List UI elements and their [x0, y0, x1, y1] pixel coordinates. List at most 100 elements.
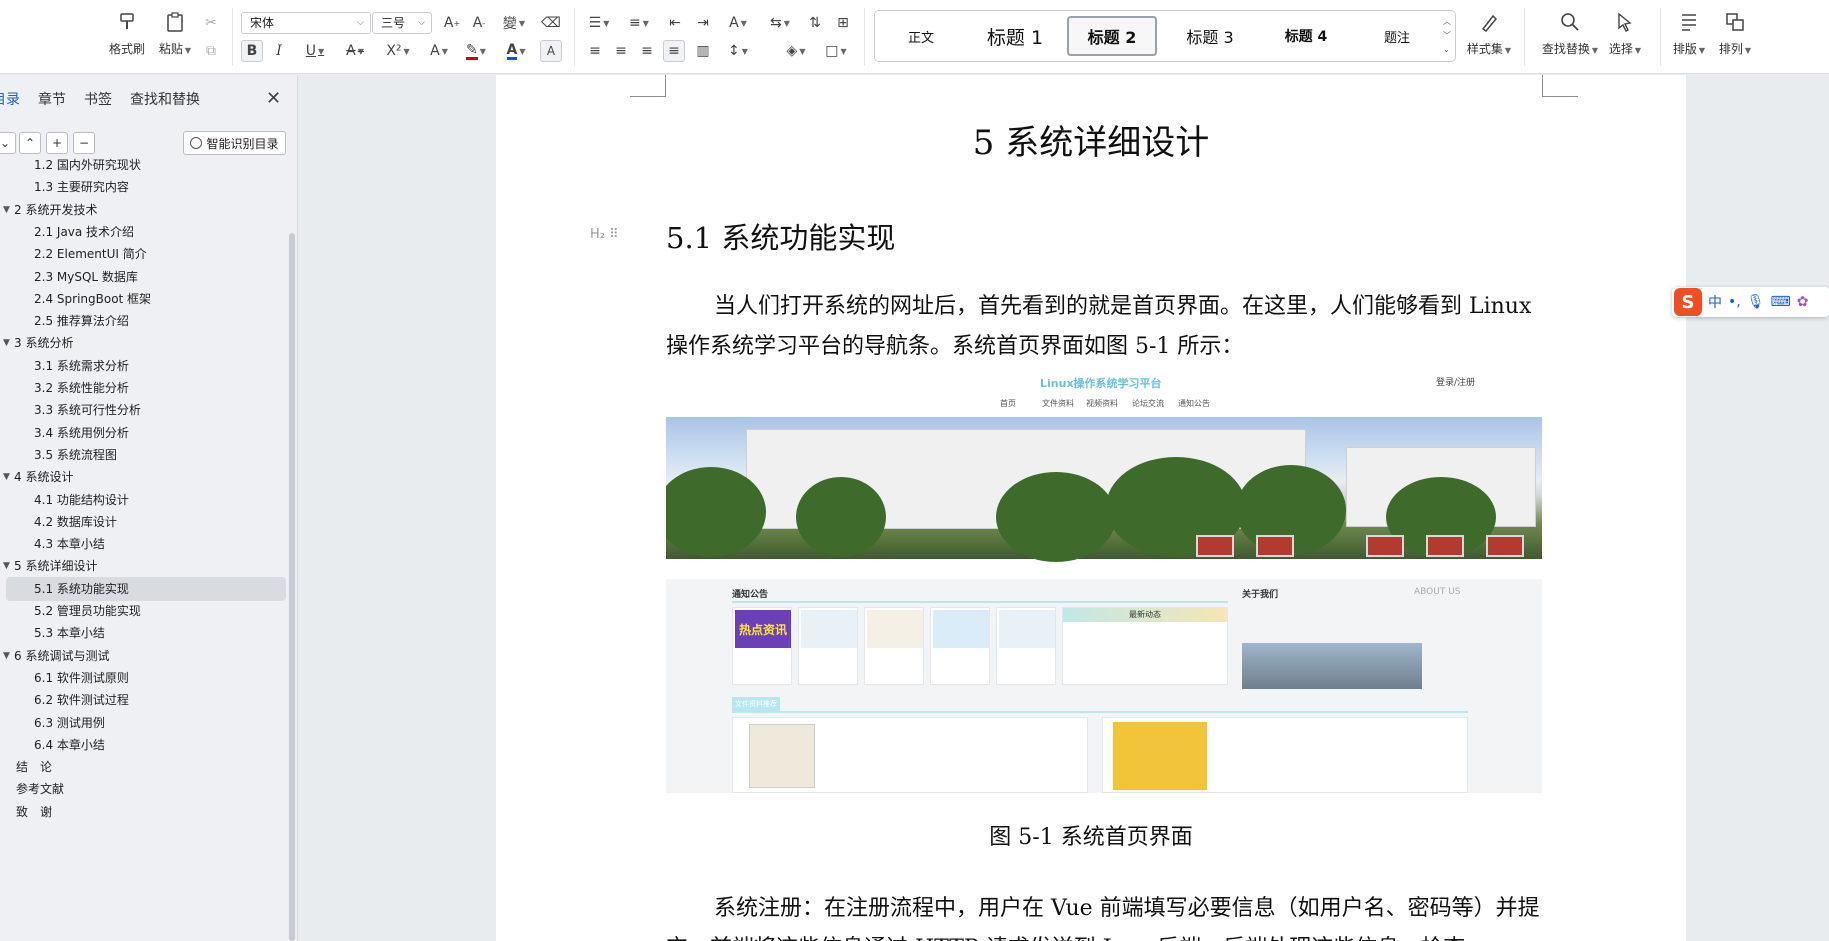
microphone-icon[interactable]: 🎙	[1747, 294, 1765, 310]
style-heading-1[interactable]: 标题 1	[965, 16, 1065, 56]
body-paragraph[interactable]: 当人们打开系统的网址后，首先看到的就是首页界面。在这里，人们能够看到 Linux…	[666, 287, 1542, 367]
document-page[interactable]: 5 系统详细设计 H₂ ⠿ 5.1 系统功能实现 当人们打开系统的网址后，首先看…	[496, 75, 1686, 941]
toc-item[interactable]: 2.4 SpringBoot 框架	[0, 287, 286, 311]
toc-item[interactable]: 2.1 Java 技术介绍	[0, 220, 286, 244]
toc-item[interactable]: ▼ 6 系统调试与测试	[0, 644, 286, 668]
align-center-icon[interactable]: ≡	[610, 40, 632, 62]
font-name-select[interactable]: 宋体 ⌵	[241, 12, 371, 34]
align-justify-icon[interactable]: ≡	[663, 40, 685, 62]
copy-icon[interactable]: ⧉	[200, 40, 222, 62]
expand-arrow-icon[interactable]: ▼	[3, 644, 10, 668]
heading-1[interactable]: 5 系统详细设计	[496, 115, 1686, 164]
tab-find-replace[interactable]: 查找和替换	[130, 89, 200, 111]
toc-item[interactable]: 1.2 国内外研究现状	[0, 153, 286, 177]
shrink-font-icon[interactable]: A-	[468, 12, 490, 34]
paste-button[interactable]: 粘贴 ▼	[150, 10, 200, 57]
toc-item[interactable]: 5.1 系统功能实现	[6, 576, 286, 601]
move-up-button[interactable]: ⌃	[19, 132, 41, 154]
font-color-button[interactable]: A ▼	[500, 40, 532, 62]
chinese-layout-icon[interactable]: ⇆ ▼	[764, 12, 796, 34]
show-marks-icon[interactable]: ⊞	[832, 12, 854, 34]
character-shading-button[interactable]: A	[540, 40, 562, 62]
skin-icon[interactable]: ✿	[1797, 294, 1809, 310]
align-left-icon[interactable]: ≡	[584, 40, 606, 62]
layout-button[interactable]: 排版 ▼	[1664, 10, 1714, 57]
bold-button[interactable]: B	[241, 40, 263, 62]
tab-chapters[interactable]: 章节	[38, 89, 66, 111]
toc-item[interactable]: 6.1 软件测试原则	[0, 666, 286, 690]
toc-item[interactable]: 6.4 本章小结	[0, 733, 286, 757]
gallery-expand-icon[interactable]: ⌄	[1443, 43, 1451, 57]
toc-item[interactable]: ▼ 4 系统设计	[0, 465, 286, 489]
toc-item[interactable]: 4.3 本章小结	[0, 532, 286, 556]
toc-item[interactable]: 6.3 测试用例	[0, 711, 286, 735]
collapse-all-button[interactable]: ⌄	[0, 132, 16, 154]
keyboard-icon[interactable]: ⌨	[1771, 294, 1791, 310]
highlight-color-button[interactable]: ✎ ▼	[460, 40, 492, 62]
tab-toc[interactable]: 目录	[0, 89, 20, 111]
expand-arrow-icon[interactable]: ▼	[3, 554, 10, 578]
toc-item[interactable]: 结 论	[0, 755, 286, 779]
toc-item[interactable]: 5.2 管理员功能实现	[0, 599, 286, 623]
increase-indent-icon[interactable]: ⇥	[692, 12, 714, 34]
arrange-button[interactable]: 排列 ▼	[1710, 10, 1760, 57]
toc-item[interactable]: 3.5 系统流程图	[0, 443, 286, 467]
close-icon[interactable]: ✕	[266, 89, 281, 109]
add-heading-button[interactable]: +	[46, 132, 68, 154]
toc-item[interactable]: 3.3 系统可行性分析	[0, 398, 286, 422]
bullet-list-icon[interactable]: ☰ ▼	[584, 12, 614, 34]
toc-item[interactable]: 6.2 软件测试过程	[0, 688, 286, 712]
toc-item[interactable]: 3.4 系统用例分析	[0, 421, 286, 445]
toc-item[interactable]: 5.3 本章小结	[0, 621, 286, 645]
line-spacing-icon[interactable]: ↕ ▼	[722, 40, 754, 62]
superscript-button[interactable]: X² ▼	[382, 40, 414, 62]
distributed-align-icon[interactable]: ▥	[692, 40, 714, 62]
find-replace-button[interactable]: 查找替换 ▼	[1540, 10, 1600, 57]
style-heading-2[interactable]: 标题 2	[1067, 16, 1157, 56]
figure-caption[interactable]: 图 5-1 系统首页界面	[496, 819, 1686, 851]
italic-button[interactable]: I	[268, 40, 290, 62]
toc-item[interactable]: 致 谢	[0, 800, 286, 824]
heading-drag-handle[interactable]: H₂ ⠿	[590, 227, 619, 242]
decrease-indent-icon[interactable]: ⇤	[664, 12, 686, 34]
border-icon[interactable]: □ ▼	[820, 40, 852, 62]
font-size-select[interactable]: 三号 ⌵	[372, 12, 432, 34]
style-set-button[interactable]: 样式集 ▼	[1464, 10, 1514, 57]
cut-icon[interactable]: ✂	[200, 12, 222, 34]
underline-button[interactable]: U ▼	[300, 40, 330, 62]
clear-format-icon[interactable]: ⌫	[540, 12, 562, 34]
style-heading-4[interactable]: 标题 4	[1261, 16, 1351, 56]
toc-item[interactable]: 4.2 数据库设计	[0, 510, 286, 534]
remove-heading-button[interactable]: −	[73, 132, 95, 154]
sort-icon[interactable]: ⇅	[804, 12, 826, 34]
toc-item[interactable]: 2.3 MySQL 数据库	[0, 265, 286, 289]
toc-item[interactable]: 2.5 推荐算法介绍	[0, 309, 286, 333]
toc-item[interactable]: 1.3 主要研究内容	[0, 175, 286, 199]
numbered-list-icon[interactable]: ≡ ▼	[624, 12, 654, 34]
ime-toolbar[interactable]: S 中 •, 🎙 ⌨ ✿	[1672, 287, 1829, 317]
toc-item[interactable]: 3.1 系统需求分析	[0, 354, 286, 378]
nav-scrollbar[interactable]	[289, 233, 295, 941]
strikethrough-button[interactable]: A ▼	[340, 40, 370, 62]
text-direction-icon[interactable]: A ▼	[722, 12, 754, 34]
sogou-logo-icon[interactable]: S	[1674, 288, 1702, 316]
style-normal[interactable]: 正文	[881, 16, 961, 56]
toc-item[interactable]: ▼ 2 系统开发技术	[0, 198, 286, 222]
smart-toc-button[interactable]: 智能识别目录	[183, 131, 286, 155]
heading-2[interactable]: 5.1 系统功能实现	[666, 215, 895, 257]
toc-item[interactable]: ▼ 3 系统分析	[0, 331, 286, 355]
toc-item[interactable]: 参考文献	[0, 777, 286, 801]
text-effect-button[interactable]: A ▼	[424, 40, 454, 62]
tab-bookmarks[interactable]: 书签	[84, 89, 112, 111]
ime-lang-toggle[interactable]: 中	[1708, 292, 1722, 312]
toc-item[interactable]: ▼ 5 系统详细设计	[0, 554, 286, 578]
body-paragraph[interactable]: 系统注册：在注册流程中，用户在 Vue 前端填写必要信息（如用户名、密码等）并提…	[666, 889, 1542, 941]
expand-arrow-icon[interactable]: ▼	[3, 331, 10, 355]
style-caption[interactable]: 题注	[1357, 16, 1437, 56]
toc-item[interactable]: 2.2 ElementUI 简介	[0, 242, 286, 266]
select-button[interactable]: 选择 ▼	[1600, 10, 1650, 57]
format-painter-button[interactable]: 格式刷	[102, 10, 152, 57]
grow-font-icon[interactable]: A +	[441, 12, 463, 34]
toc-item[interactable]: 3.2 系统性能分析	[0, 376, 286, 400]
style-heading-3[interactable]: 标题 3	[1165, 16, 1255, 56]
